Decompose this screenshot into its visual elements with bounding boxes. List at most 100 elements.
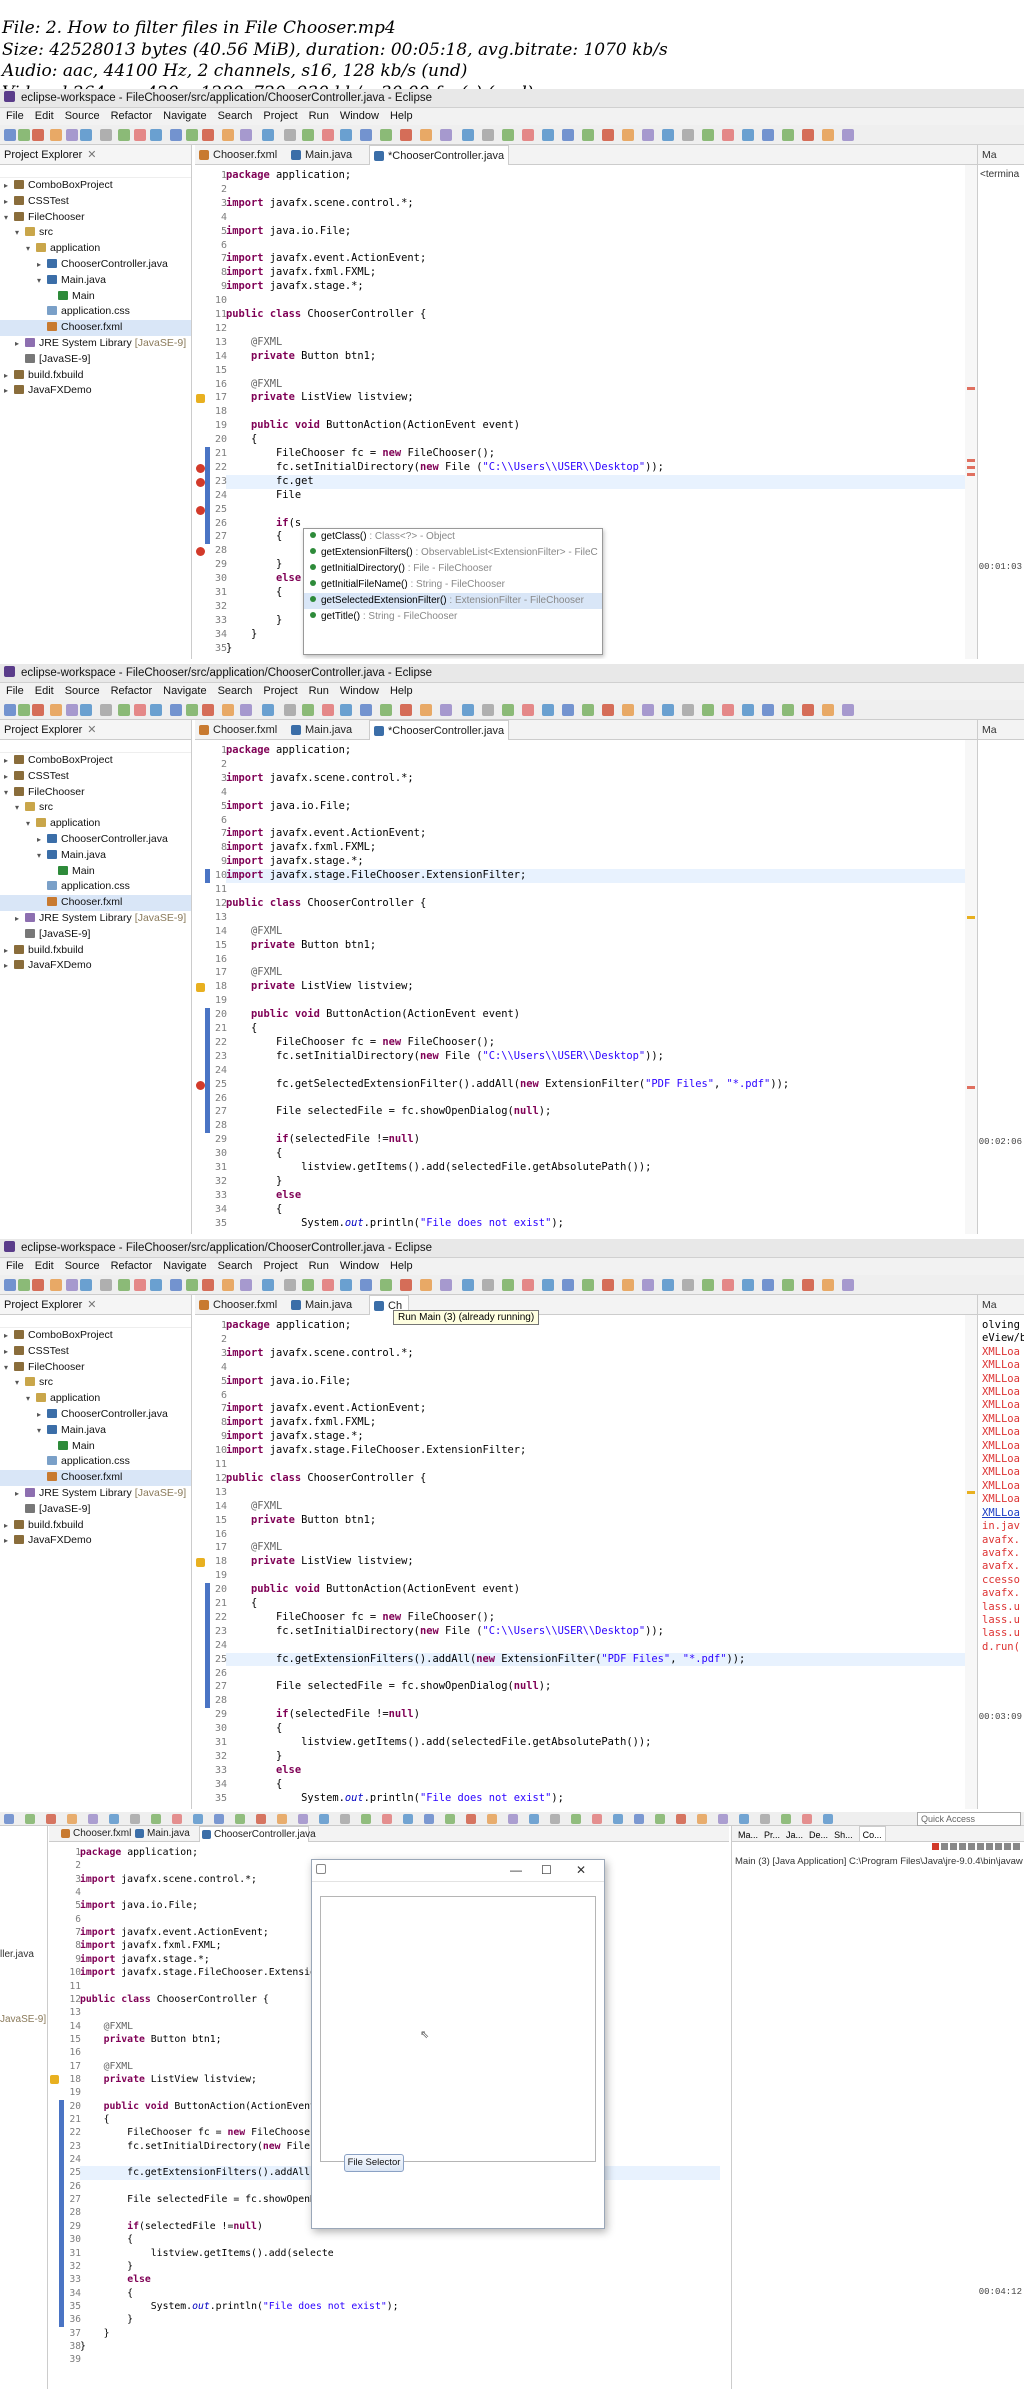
editor-tab[interactable]: ChooserController.java [199,1826,316,1842]
toolbar-button-icon[interactable] [823,1814,833,1824]
toolbar-button-icon[interactable] [380,129,392,141]
toolbar-button-icon[interactable] [66,129,78,141]
toolbar-button-icon[interactable] [662,704,674,716]
twistie-icon[interactable]: ▸ [4,943,14,959]
tree-item[interactable]: Chooser.fxml [0,895,191,911]
console-tool-icon[interactable] [1013,1843,1020,1850]
toolbar-button-icon[interactable] [550,1814,560,1824]
console-tool-icon[interactable] [977,1843,984,1850]
twistie-icon[interactable]: ▸ [37,832,47,848]
tab-chooser-fxml[interactable]: Chooser.fxml [195,720,285,740]
toolbar-button-icon[interactable] [235,1814,245,1824]
toolbar-button-icon[interactable] [722,1279,734,1291]
toolbar-button-icon[interactable] [403,1814,413,1824]
view-tab[interactable]: Co... [858,1826,886,1841]
toolbar-button-icon[interactable] [256,1814,266,1824]
toolbar-button-icon[interactable] [802,704,814,716]
toolbar-button-icon[interactable] [170,704,182,716]
tree-item[interactable]: ▸ build.fxbuild [0,368,191,384]
toolbar-button-icon[interactable] [542,129,554,141]
toolbar-button-icon[interactable] [462,129,474,141]
twistie-icon[interactable]: ▾ [4,210,14,226]
tree-item[interactable]: application.css [0,1454,191,1470]
view-tab[interactable]: Ma... [738,1827,758,1841]
menu-item-source[interactable]: Source [65,110,100,122]
toolbar-button-icon[interactable] [602,129,614,141]
toolbar-button-icon[interactable] [186,1279,198,1291]
toolbar-button-icon[interactable] [262,704,274,716]
toolbar-button-icon[interactable] [822,129,834,141]
maximize-button[interactable]: ☐ [541,1863,552,1877]
toolbar-button-icon[interactable] [400,129,412,141]
toolbar-button-icon[interactable] [760,1814,770,1824]
toolbar-button-icon[interactable] [445,1814,455,1824]
toolbar-button-icon[interactable] [662,129,674,141]
toolbar-button-icon[interactable] [582,129,594,141]
twistie-icon[interactable]: ▾ [15,800,25,816]
toolbar-button-icon[interactable] [424,1814,434,1824]
toolbar-button-icon[interactable] [487,1814,497,1824]
tree-item[interactable]: ▸ JRE System Library [JavaSE-9] [0,1486,191,1502]
tab-main-java[interactable]: Main.java [287,1295,367,1315]
toolbar-button-icon[interactable] [118,1279,130,1291]
twistie-icon[interactable]: ▾ [4,1360,14,1376]
tree-item[interactable]: ▾ Main.java [0,848,191,864]
toolbar-button-icon[interactable] [682,129,694,141]
toolbar-button-icon[interactable] [466,1814,476,1824]
tree-item[interactable]: ▸ build.fxbuild [0,943,191,959]
menu-item-edit[interactable]: Edit [35,1260,54,1272]
tree-item[interactable]: ▸ ComboBoxProject [0,753,191,769]
tree-item[interactable]: ▾ Main.java [0,1423,191,1439]
tree-item[interactable]: [JavaSE-9] [0,1502,191,1518]
toolbar-button-icon[interactable] [718,1814,728,1824]
menu-item-edit[interactable]: Edit [35,110,54,122]
menu-item-project[interactable]: Project [263,110,297,122]
console-tool-icon[interactable] [932,1843,939,1850]
toolbar-button-icon[interactable] [18,1279,30,1291]
menu-item-help[interactable]: Help [390,110,413,122]
toolbar-button-icon[interactable] [100,704,112,716]
toolbar-button-icon[interactable] [622,129,634,141]
menu-item-source[interactable]: Source [65,685,100,697]
toolbar-button-icon[interactable] [4,129,16,141]
twistie-icon[interactable]: ▾ [37,273,47,289]
toolbar-button-icon[interactable] [582,1279,594,1291]
toolbar-button-icon[interactable] [420,704,432,716]
toolbar-button-icon[interactable] [80,1279,92,1291]
tree-item[interactable]: ▾ src [0,225,191,241]
toolbar-button-icon[interactable] [172,1814,182,1824]
toolbar-button-icon[interactable] [50,129,62,141]
toolbar-button-icon[interactable] [240,129,252,141]
menu-item-help[interactable]: Help [390,1260,413,1272]
twistie-icon[interactable]: ▸ [4,383,14,399]
toolbar-button-icon[interactable] [482,1279,494,1291]
toolbar-button-icon[interactable] [762,1279,774,1291]
view-tab[interactable]: Ma [978,145,1024,165]
editor-tab[interactable]: Chooser.fxml [59,1826,131,1842]
console-tool-icon[interactable] [959,1843,966,1850]
toolbar-button-icon[interactable] [622,1279,634,1291]
toolbar-button-icon[interactable] [340,129,352,141]
toolbar-button-icon[interactable] [682,1279,694,1291]
toolbar-button-icon[interactable] [222,704,234,716]
toolbar-button-icon[interactable] [80,704,92,716]
toolbar-button-icon[interactable] [32,1279,44,1291]
toolbar-button-icon[interactable] [118,129,130,141]
tree-item[interactable]: ▸ ComboBoxProject [0,178,191,194]
toolbar-button-icon[interactable] [151,1814,161,1824]
toolbar-button-icon[interactable] [682,704,694,716]
toolbar-button-icon[interactable] [118,704,130,716]
tree-item[interactable]: ▾ application [0,816,191,832]
view-tab[interactable]: De... [809,1827,828,1841]
toolbar-button-icon[interactable] [222,1279,234,1291]
toolbar-button-icon[interactable] [420,129,432,141]
proposal-item[interactable]: getTitle() : String - FileChooser [304,609,602,625]
toolbar-button-icon[interactable] [240,704,252,716]
toolbar-button-icon[interactable] [642,704,654,716]
toolbar-button-icon[interactable] [662,1279,674,1291]
tree-item[interactable]: ▸ JavaFXDemo [0,1533,191,1549]
toolbar-button-icon[interactable] [360,1279,372,1291]
toolbar-button-icon[interactable] [302,1279,314,1291]
toolbar-button-icon[interactable] [602,704,614,716]
menu-item-run[interactable]: Run [309,110,329,122]
